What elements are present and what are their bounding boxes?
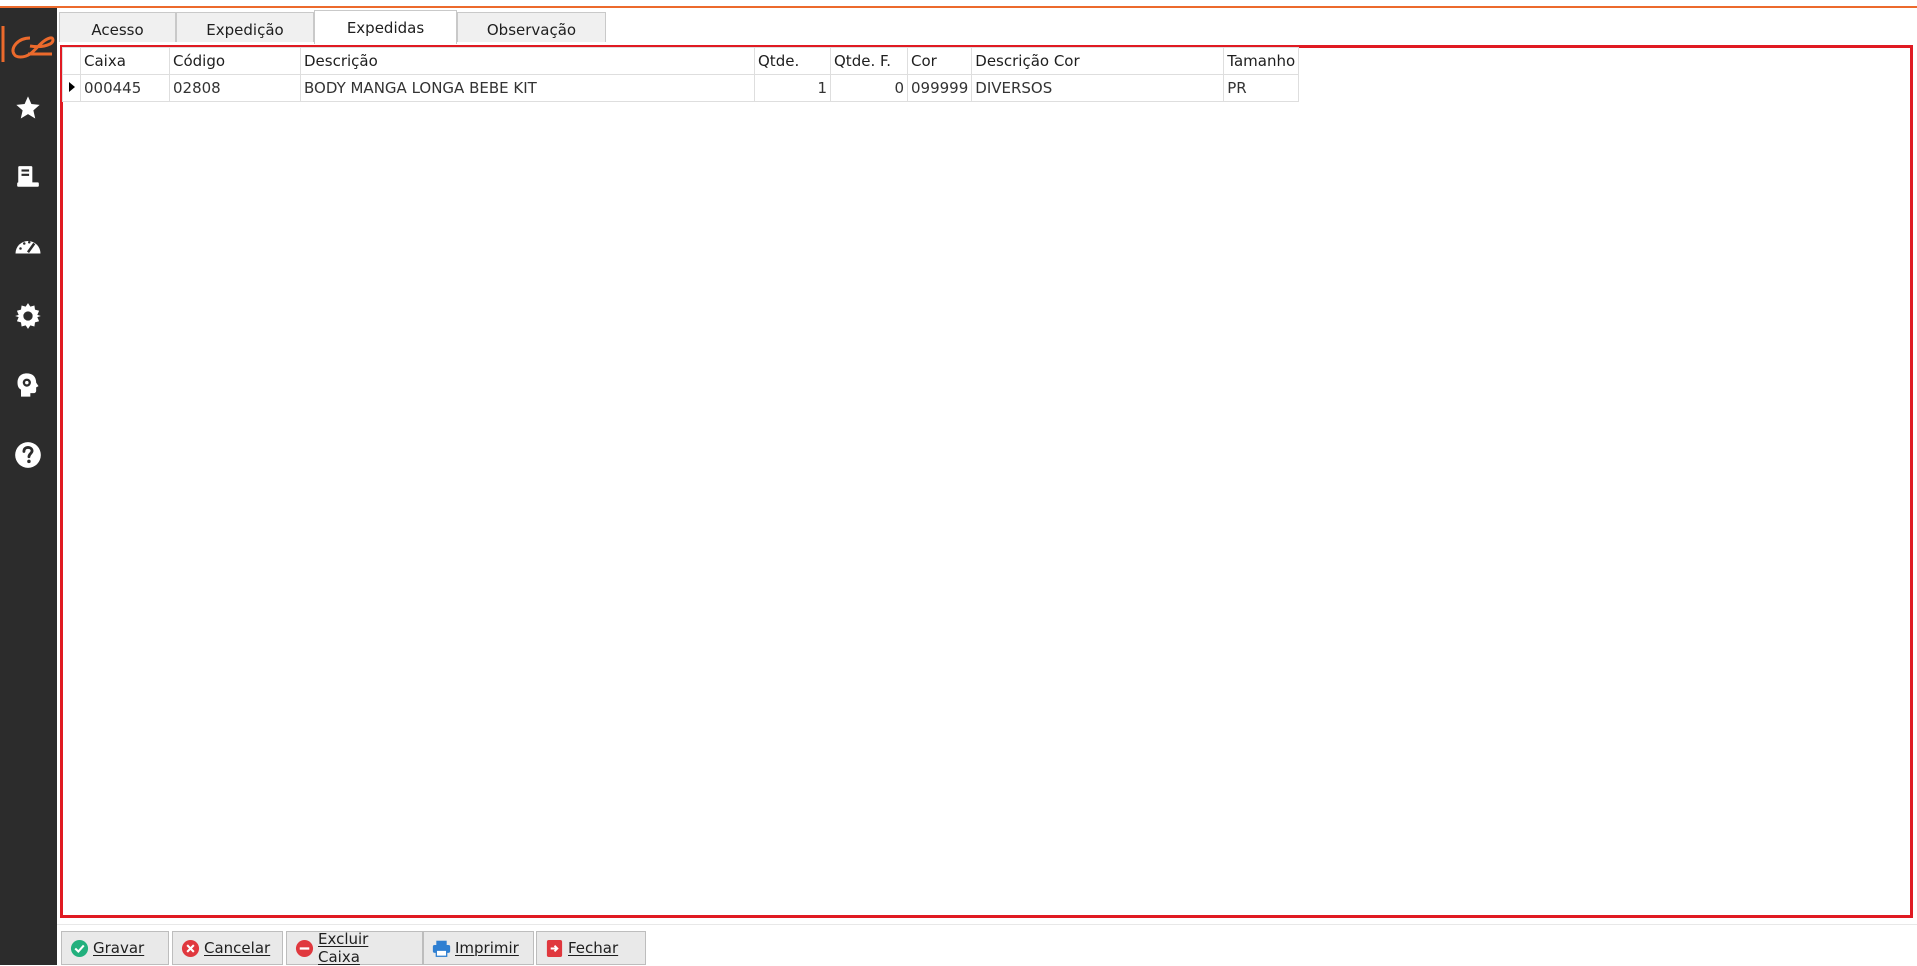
column-header-qtde[interactable]: Qtde. bbox=[754, 47, 831, 75]
imprimir-button[interactable]: Imprimir bbox=[423, 931, 534, 965]
expedidas-panel bbox=[60, 45, 1913, 918]
gravar-label: Gravar bbox=[93, 939, 145, 957]
cell-caixa[interactable]: 000445 bbox=[80, 74, 170, 102]
current-row-arrow-icon bbox=[68, 82, 75, 92]
imprimir-label: Imprimir bbox=[455, 939, 519, 957]
cell-qtde-f[interactable]: 0 bbox=[830, 74, 908, 102]
footer-toolbar: Gravar Cancelar Excluir Caixa Imprimir F… bbox=[57, 924, 1917, 966]
tab-expedidas[interactable]: Expedidas bbox=[314, 10, 457, 44]
cell-tamanho[interactable]: PR bbox=[1223, 74, 1300, 102]
tab-label: Expedição bbox=[206, 20, 284, 39]
column-header-caixa[interactable]: Caixa bbox=[80, 47, 170, 75]
cancelar-button[interactable]: Cancelar bbox=[172, 931, 283, 965]
cell-descricao[interactable]: BODY MANGA LONGA BEBE KIT bbox=[300, 74, 755, 102]
dashboard-gauge-icon[interactable] bbox=[12, 230, 44, 262]
tab-observacao[interactable]: Observação bbox=[457, 12, 606, 42]
accent-line bbox=[0, 6, 1917, 8]
help-icon[interactable] bbox=[12, 439, 44, 471]
cancelar-label: Cancelar bbox=[204, 939, 271, 957]
cell-codigo[interactable]: 02808 bbox=[169, 74, 301, 102]
head-gear-icon[interactable] bbox=[12, 369, 44, 401]
cell-qtde[interactable]: 1 bbox=[754, 74, 831, 102]
remove-circle-icon bbox=[295, 939, 314, 958]
cancel-circle-icon bbox=[181, 939, 200, 958]
row-indicator-header bbox=[62, 47, 81, 75]
column-header-codigo[interactable]: Código bbox=[169, 47, 301, 75]
column-header-qtde-f[interactable]: Qtde. F. bbox=[830, 47, 908, 75]
sidebar bbox=[0, 8, 57, 965]
cell-descricao-cor[interactable]: DIVERSOS bbox=[971, 74, 1225, 102]
fechar-button[interactable]: Fechar bbox=[536, 931, 646, 965]
cell-cor[interactable]: 099999 bbox=[906, 74, 973, 102]
exit-door-icon bbox=[545, 939, 564, 958]
tab-label: Expedidas bbox=[346, 18, 425, 37]
gravar-button[interactable]: Gravar bbox=[61, 931, 169, 965]
check-circle-icon bbox=[70, 939, 89, 958]
gear-icon[interactable] bbox=[12, 300, 44, 332]
column-header-descricao[interactable]: Descrição bbox=[300, 47, 755, 75]
column-header-tamanho[interactable]: Tamanho bbox=[1223, 47, 1300, 75]
app-logo bbox=[0, 24, 57, 70]
row-indicator bbox=[62, 74, 81, 102]
excluir-caixa-button[interactable]: Excluir Caixa bbox=[286, 930, 423, 966]
tab-label: Observação bbox=[486, 20, 577, 39]
tab-expedicao[interactable]: Expedição bbox=[176, 12, 314, 42]
tab-acesso[interactable]: Acesso bbox=[59, 12, 176, 42]
excluir-caixa-label: Excluir Caixa bbox=[318, 930, 369, 966]
column-header-cor[interactable]: Cor bbox=[906, 47, 973, 75]
fechar-label: Fechar bbox=[568, 939, 619, 957]
printer-icon bbox=[432, 939, 451, 958]
table-row[interactable]: 000445 02808 BODY MANGA LONGA BEBE KIT 1… bbox=[62, 74, 1300, 102]
tab-label: Acesso bbox=[91, 20, 144, 39]
register-icon[interactable] bbox=[12, 161, 44, 193]
star-icon[interactable] bbox=[12, 92, 44, 124]
grid-header-row: Caixa Código Descrição Qtde. Qtde. F. Co… bbox=[62, 47, 1300, 75]
column-header-descricao-cor[interactable]: Descrição Cor bbox=[971, 47, 1225, 75]
expedidas-grid[interactable]: Caixa Código Descrição Qtde. Qtde. F. Co… bbox=[62, 47, 1300, 102]
